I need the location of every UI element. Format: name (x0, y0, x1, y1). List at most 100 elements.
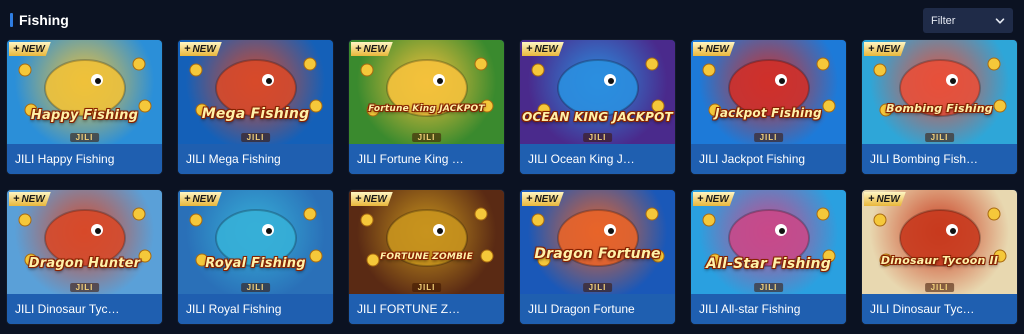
new-badge-text: NEW (363, 193, 387, 205)
new-badge: + NEW (693, 192, 735, 206)
new-badge-text: NEW (705, 43, 729, 55)
game-title: JILI Mega Fishing (186, 152, 281, 166)
new-badge-text: NEW (705, 193, 729, 205)
game-caption[interactable]: JILI Ocean King J… (520, 144, 675, 174)
game-grid: + NEW Happy Fishing JILI JILI Happy Fishing +… (7, 40, 1017, 324)
plus-icon: + (184, 43, 191, 55)
game-logo-text: Happy Fishing (30, 108, 139, 123)
game-caption[interactable]: JILI Jackpot Fishing (691, 144, 846, 174)
new-badge: + NEW (180, 42, 222, 56)
game-card[interactable]: + NEW All-Star Fishing JILI JILI All-star Fi… (691, 190, 846, 324)
game-card[interactable]: + NEW Dragon Fortune JILI JILI Dragon Fortun… (520, 190, 675, 324)
game-thumbnail[interactable]: + NEW Royal Fishing JILI (178, 190, 333, 294)
plus-icon: + (13, 193, 20, 205)
provider-tag: JILI (69, 133, 100, 142)
game-thumbnail[interactable]: + NEW Fortune King JACKPOT JILI (349, 40, 504, 144)
game-caption[interactable]: JILI Bombing Fish… (862, 144, 1017, 174)
provider-tag: JILI (582, 133, 613, 142)
new-badge: + NEW (180, 192, 222, 206)
plus-icon: + (868, 193, 875, 205)
plus-icon: + (868, 43, 875, 55)
game-caption[interactable]: JILI Mega Fishing (178, 144, 333, 174)
game-card[interactable]: + NEW Bombing Fishing JILI JILI Bombing Fish… (862, 40, 1017, 174)
game-thumbnail[interactable]: + NEW Happy Fishing JILI (7, 40, 162, 144)
plus-icon: + (697, 43, 704, 55)
game-caption[interactable]: JILI Dinosaur Tyc… (7, 294, 162, 324)
game-card[interactable]: + NEW Dragon Hunter JILI JILI Dinosaur Tyc… (7, 190, 162, 324)
provider-tag: JILI (240, 133, 271, 142)
game-thumbnail[interactable]: + NEW Bombing Fishing JILI (862, 40, 1017, 144)
game-title: JILI FORTUNE Z… (357, 302, 461, 316)
game-caption[interactable]: JILI All-star Fishing (691, 294, 846, 324)
new-badge-text: NEW (876, 43, 900, 55)
new-badge: + NEW (351, 42, 393, 56)
game-card[interactable]: + NEW Royal Fishing JILI JILI Royal Fishing (178, 190, 333, 324)
title-accent-bar (10, 13, 13, 27)
provider-tag: JILI (924, 283, 955, 292)
game-title: JILI Dragon Fortune (528, 302, 635, 316)
plus-icon: + (526, 43, 533, 55)
game-caption[interactable]: JILI Royal Fishing (178, 294, 333, 324)
new-badge: + NEW (351, 192, 393, 206)
new-badge: + NEW (9, 192, 51, 206)
provider-tag: JILI (411, 283, 442, 292)
game-thumbnail[interactable]: + NEW Jackpot Fishing JILI (691, 40, 846, 144)
game-card[interactable]: + NEW OCEAN KING JACKPOT JILI JILI Ocean Kin… (520, 40, 675, 174)
game-card[interactable]: + NEW Dinosaur Tycoon II JILI JILI Dinosaur … (862, 190, 1017, 324)
new-badge-text: NEW (192, 193, 216, 205)
game-logo-text: All-Star Fishing (706, 256, 831, 272)
game-title: JILI Dinosaur Tyc… (15, 302, 120, 316)
game-card[interactable]: + NEW Fortune King JACKPOT JILI JILI Fortune… (349, 40, 504, 174)
game-card[interactable]: + NEW Happy Fishing JILI JILI Happy Fishing (7, 40, 162, 174)
game-thumbnail[interactable]: + NEW Dragon Hunter JILI (7, 190, 162, 294)
section-title-text: Fishing (19, 12, 69, 28)
game-caption[interactable]: JILI Dragon Fortune (520, 294, 675, 324)
game-title: JILI Dinosaur Tyc… (870, 302, 975, 316)
new-badge-text: NEW (363, 43, 387, 55)
game-thumbnail[interactable]: + NEW Dragon Fortune JILI (520, 190, 675, 294)
new-badge: + NEW (522, 192, 564, 206)
provider-tag: JILI (240, 283, 271, 292)
new-badge: + NEW (693, 42, 735, 56)
provider-tag: JILI (582, 283, 613, 292)
filter-dropdown[interactable]: Filter (923, 8, 1013, 33)
plus-icon: + (184, 193, 191, 205)
section-header: Fishing Filter (0, 0, 1024, 40)
provider-tag: JILI (753, 133, 784, 142)
new-badge: + NEW (522, 42, 564, 56)
game-card[interactable]: + NEW Mega Fishing JILI JILI Mega Fishing (178, 40, 333, 174)
game-title: JILI Bombing Fish… (870, 152, 979, 166)
game-thumbnail[interactable]: + NEW Mega Fishing JILI (178, 40, 333, 144)
new-badge-text: NEW (534, 193, 558, 205)
game-caption[interactable]: JILI Dinosaur Tyc… (862, 294, 1017, 324)
new-badge-text: NEW (876, 193, 900, 205)
game-logo-text: Dragon Hunter (28, 256, 141, 271)
game-title: JILI Happy Fishing (15, 152, 115, 166)
game-logo-text: Fortune King JACKPOT (368, 104, 485, 114)
game-logo-text: Royal Fishing (205, 256, 306, 271)
game-thumbnail[interactable]: + NEW Dinosaur Tycoon II JILI (862, 190, 1017, 294)
new-badge: + NEW (9, 42, 51, 56)
game-thumbnail[interactable]: + NEW OCEAN KING JACKPOT JILI (520, 40, 675, 144)
game-card[interactable]: + NEW Jackpot Fishing JILI JILI Jackpot Fish… (691, 40, 846, 174)
plus-icon: + (13, 43, 20, 55)
game-title: JILI Royal Fishing (186, 302, 282, 316)
new-badge-text: NEW (21, 193, 45, 205)
game-logo-text: OCEAN KING JACKPOT (522, 110, 673, 124)
new-badge-text: NEW (21, 43, 45, 55)
chevron-down-icon (995, 17, 1005, 24)
plus-icon: + (526, 193, 533, 205)
new-badge-text: NEW (192, 43, 216, 55)
game-title: JILI Jackpot Fishing (699, 152, 806, 166)
game-caption[interactable]: JILI FORTUNE Z… (349, 294, 504, 324)
new-badge-text: NEW (534, 43, 558, 55)
provider-tag: JILI (753, 283, 784, 292)
game-thumbnail[interactable]: + NEW All-Star Fishing JILI (691, 190, 846, 294)
game-caption[interactable]: JILI Happy Fishing (7, 144, 162, 174)
game-logo-text: Jackpot Fishing (715, 106, 822, 120)
game-logo-text: Bombing Fishing (886, 102, 993, 115)
game-card[interactable]: + NEW FORTUNE ZOMBIE JILI JILI FORTUNE Z… (349, 190, 504, 324)
new-badge: + NEW (864, 192, 906, 206)
game-caption[interactable]: JILI Fortune King … (349, 144, 504, 174)
game-thumbnail[interactable]: + NEW FORTUNE ZOMBIE JILI (349, 190, 504, 294)
